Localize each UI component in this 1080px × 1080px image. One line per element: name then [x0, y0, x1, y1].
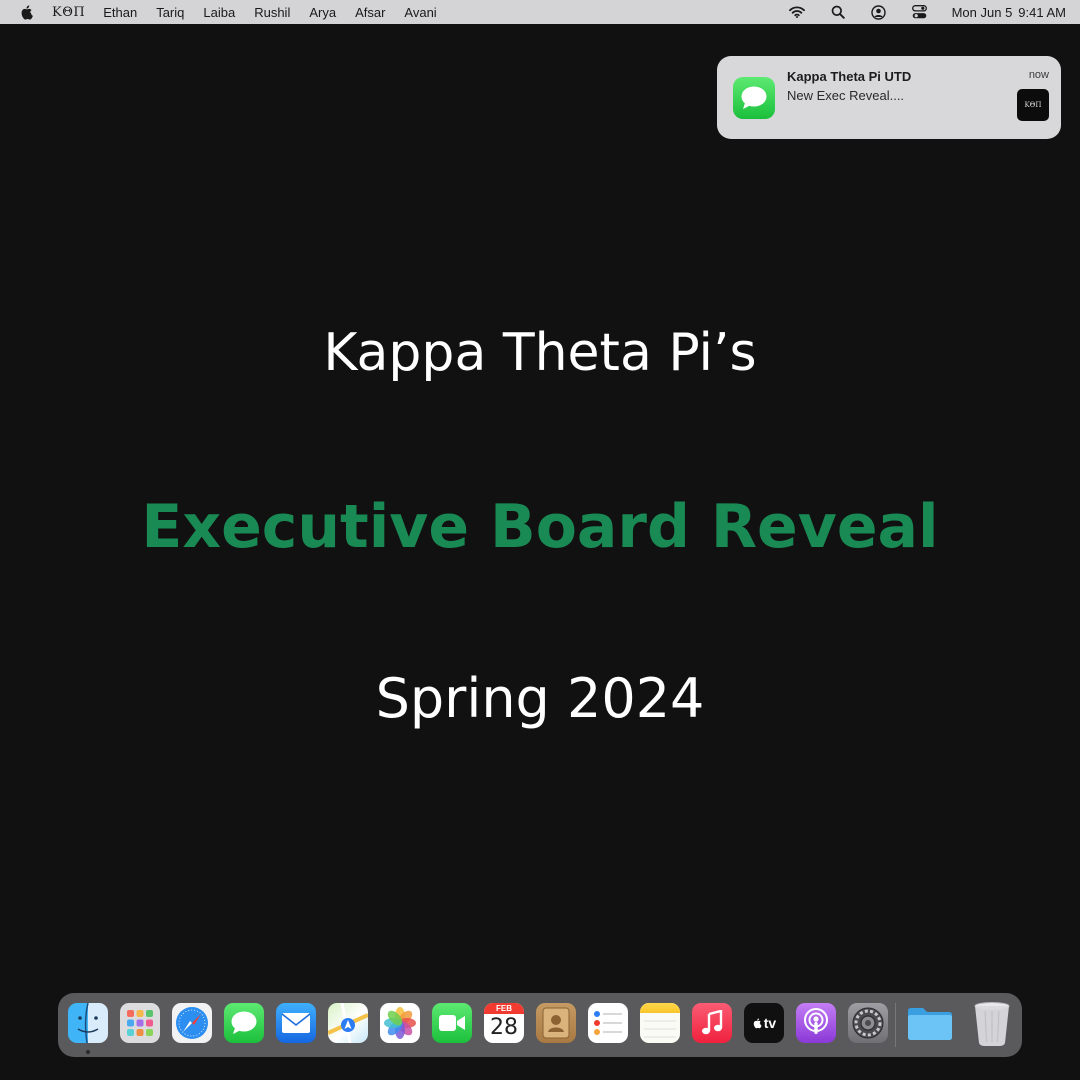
menu-item-afsar[interactable]: Afsar	[355, 5, 385, 20]
facetime-icon[interactable]	[432, 1003, 472, 1043]
podcasts-icon[interactable]	[796, 1003, 836, 1043]
maps-icon[interactable]	[328, 1003, 368, 1043]
notification-time: now	[1028, 69, 1049, 81]
messages-app-icon	[733, 77, 775, 119]
launchpad-icon[interactable]	[120, 1003, 160, 1043]
menu-item-rushil[interactable]: Rushil	[254, 5, 290, 20]
menu-item-laiba[interactable]: Laiba	[203, 5, 235, 20]
calendar-month: FEB	[484, 1003, 524, 1014]
menu-item-arya[interactable]: Arya	[309, 5, 336, 20]
notes-icon[interactable]	[640, 1003, 680, 1043]
menu-clock[interactable]: Mon Jun 5 9:41 AM	[952, 5, 1066, 20]
dock-divider	[895, 1003, 896, 1047]
app-menu-name[interactable]: KΘΠ	[52, 5, 85, 20]
notes-header-bar	[640, 1003, 680, 1013]
thumbnail-logo-text: KΘΠ	[1024, 101, 1042, 109]
trash-icon[interactable]	[970, 1001, 1014, 1047]
apple-menu-icon[interactable]	[19, 4, 35, 20]
safari-icon[interactable]	[172, 1003, 212, 1043]
system-settings-icon[interactable]	[848, 1003, 888, 1043]
calendar-day: 28	[490, 1015, 518, 1040]
music-icon[interactable]	[692, 1003, 732, 1043]
apple-tv-label: tv	[763, 1015, 777, 1031]
folder-icon[interactable]	[906, 1003, 954, 1043]
headline-organization: Kappa Theta Pi’s	[323, 323, 757, 383]
dock: FEB 28 tv	[58, 993, 1022, 1057]
messages-notification[interactable]: Kappa Theta Pi UTD New Exec Reveal.... n…	[717, 56, 1061, 139]
control-center-icon[interactable]	[911, 3, 929, 21]
mail-icon[interactable]	[276, 1003, 316, 1043]
messages-icon[interactable]	[224, 1003, 264, 1043]
menu-item-tariq[interactable]: Tariq	[156, 5, 184, 20]
menu-time: 9:41 AM	[1018, 4, 1066, 20]
apple-tv-icon[interactable]: tv	[744, 1003, 784, 1043]
spotlight-search-icon[interactable]	[829, 3, 847, 21]
user-account-icon[interactable]	[870, 3, 888, 21]
photos-icon[interactable]	[380, 1003, 420, 1043]
headline-term: Spring 2024	[375, 667, 705, 730]
finder-icon[interactable]	[68, 1003, 108, 1043]
reminders-icon[interactable]	[588, 1003, 628, 1043]
notification-body: New Exec Reveal....	[787, 88, 905, 103]
headline-title: Executive Board Reveal	[141, 492, 939, 562]
menu-date: Mon Jun 5	[951, 4, 1013, 20]
menu-item-avani[interactable]: Avani	[404, 5, 436, 20]
notification-title: Kappa Theta Pi UTD	[787, 69, 912, 84]
contacts-icon[interactable]	[536, 1003, 576, 1043]
wifi-icon[interactable]	[788, 3, 806, 21]
notification-attachment-thumbnail: KΘΠ	[1017, 89, 1049, 121]
calendar-icon[interactable]: FEB 28	[484, 1003, 524, 1043]
menu-bar: KΘΠ Ethan Tariq Laiba Rushil Arya Afsar …	[0, 0, 1080, 24]
menu-item-ethan[interactable]: Ethan	[103, 5, 137, 20]
finder-running-indicator	[86, 1050, 90, 1054]
